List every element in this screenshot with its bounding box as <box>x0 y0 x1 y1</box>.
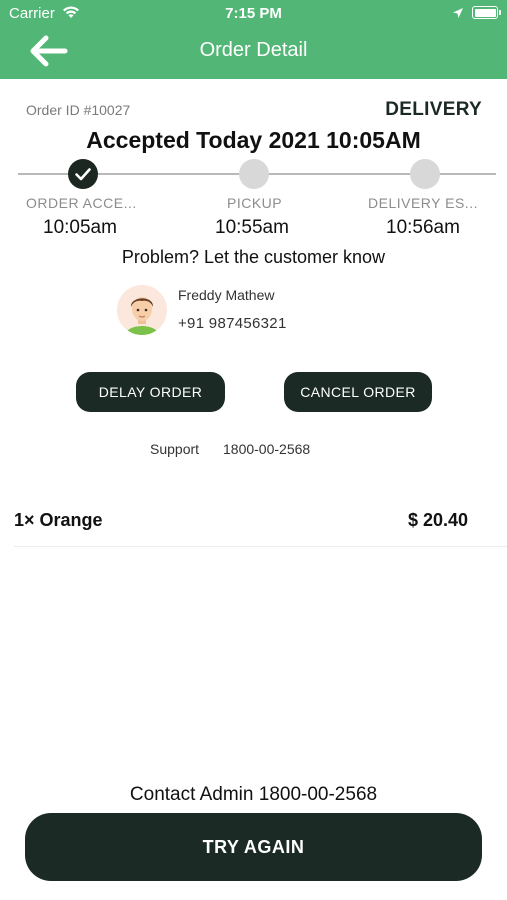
delay-order-button[interactable]: DELAY ORDER <box>76 372 225 412</box>
step-label-delivery: DELIVERY ES... <box>368 195 478 211</box>
step-label-pickup: PICKUP <box>227 195 283 211</box>
order-type-badge: DELIVERY <box>385 99 482 120</box>
step-time-pickup: 10:55am <box>215 217 289 238</box>
step-pickup-dot <box>239 159 269 189</box>
problem-prompt: Problem? Let the customer know <box>121 247 386 267</box>
step-time-order-accepted: 10:05am <box>43 217 117 238</box>
page-title: Order Detail <box>199 39 308 61</box>
contact-admin[interactable]: Contact Admin 1800-00-2568 <box>0 784 507 806</box>
battery-icon <box>472 6 501 19</box>
header-bar: Carrier 7:15 PM Order Detail <box>0 0 507 79</box>
cancel-order-button[interactable]: CANCEL ORDER <box>284 372 432 412</box>
customer-phone[interactable]: +91 987456321 <box>178 315 287 332</box>
item-price: $ 20.40 <box>407 510 468 530</box>
step-label-order-accepted: ORDER ACCE... <box>26 195 137 211</box>
step-order-accepted-check-icon <box>68 159 98 189</box>
order-id: Order ID #10027 <box>26 102 131 118</box>
avatar <box>117 285 167 335</box>
status-bar: Carrier 7:15 PM <box>0 0 507 28</box>
customer-name: Freddy Mathew <box>178 287 275 303</box>
item-name: 1× Orange <box>14 510 103 530</box>
support-number[interactable]: 1800-00-2568 <box>223 441 310 457</box>
step-time-delivery: 10:56am <box>386 217 460 238</box>
try-again-button[interactable]: TRY AGAIN <box>25 813 482 881</box>
support-label: Support <box>150 441 200 457</box>
location-arrow-icon <box>452 6 464 24</box>
accepted-status: Accepted Today 2021 10:05AM <box>86 127 421 153</box>
step-delivery-dot <box>410 159 440 189</box>
clock: 7:15 PM <box>225 5 282 22</box>
divider <box>14 546 507 547</box>
